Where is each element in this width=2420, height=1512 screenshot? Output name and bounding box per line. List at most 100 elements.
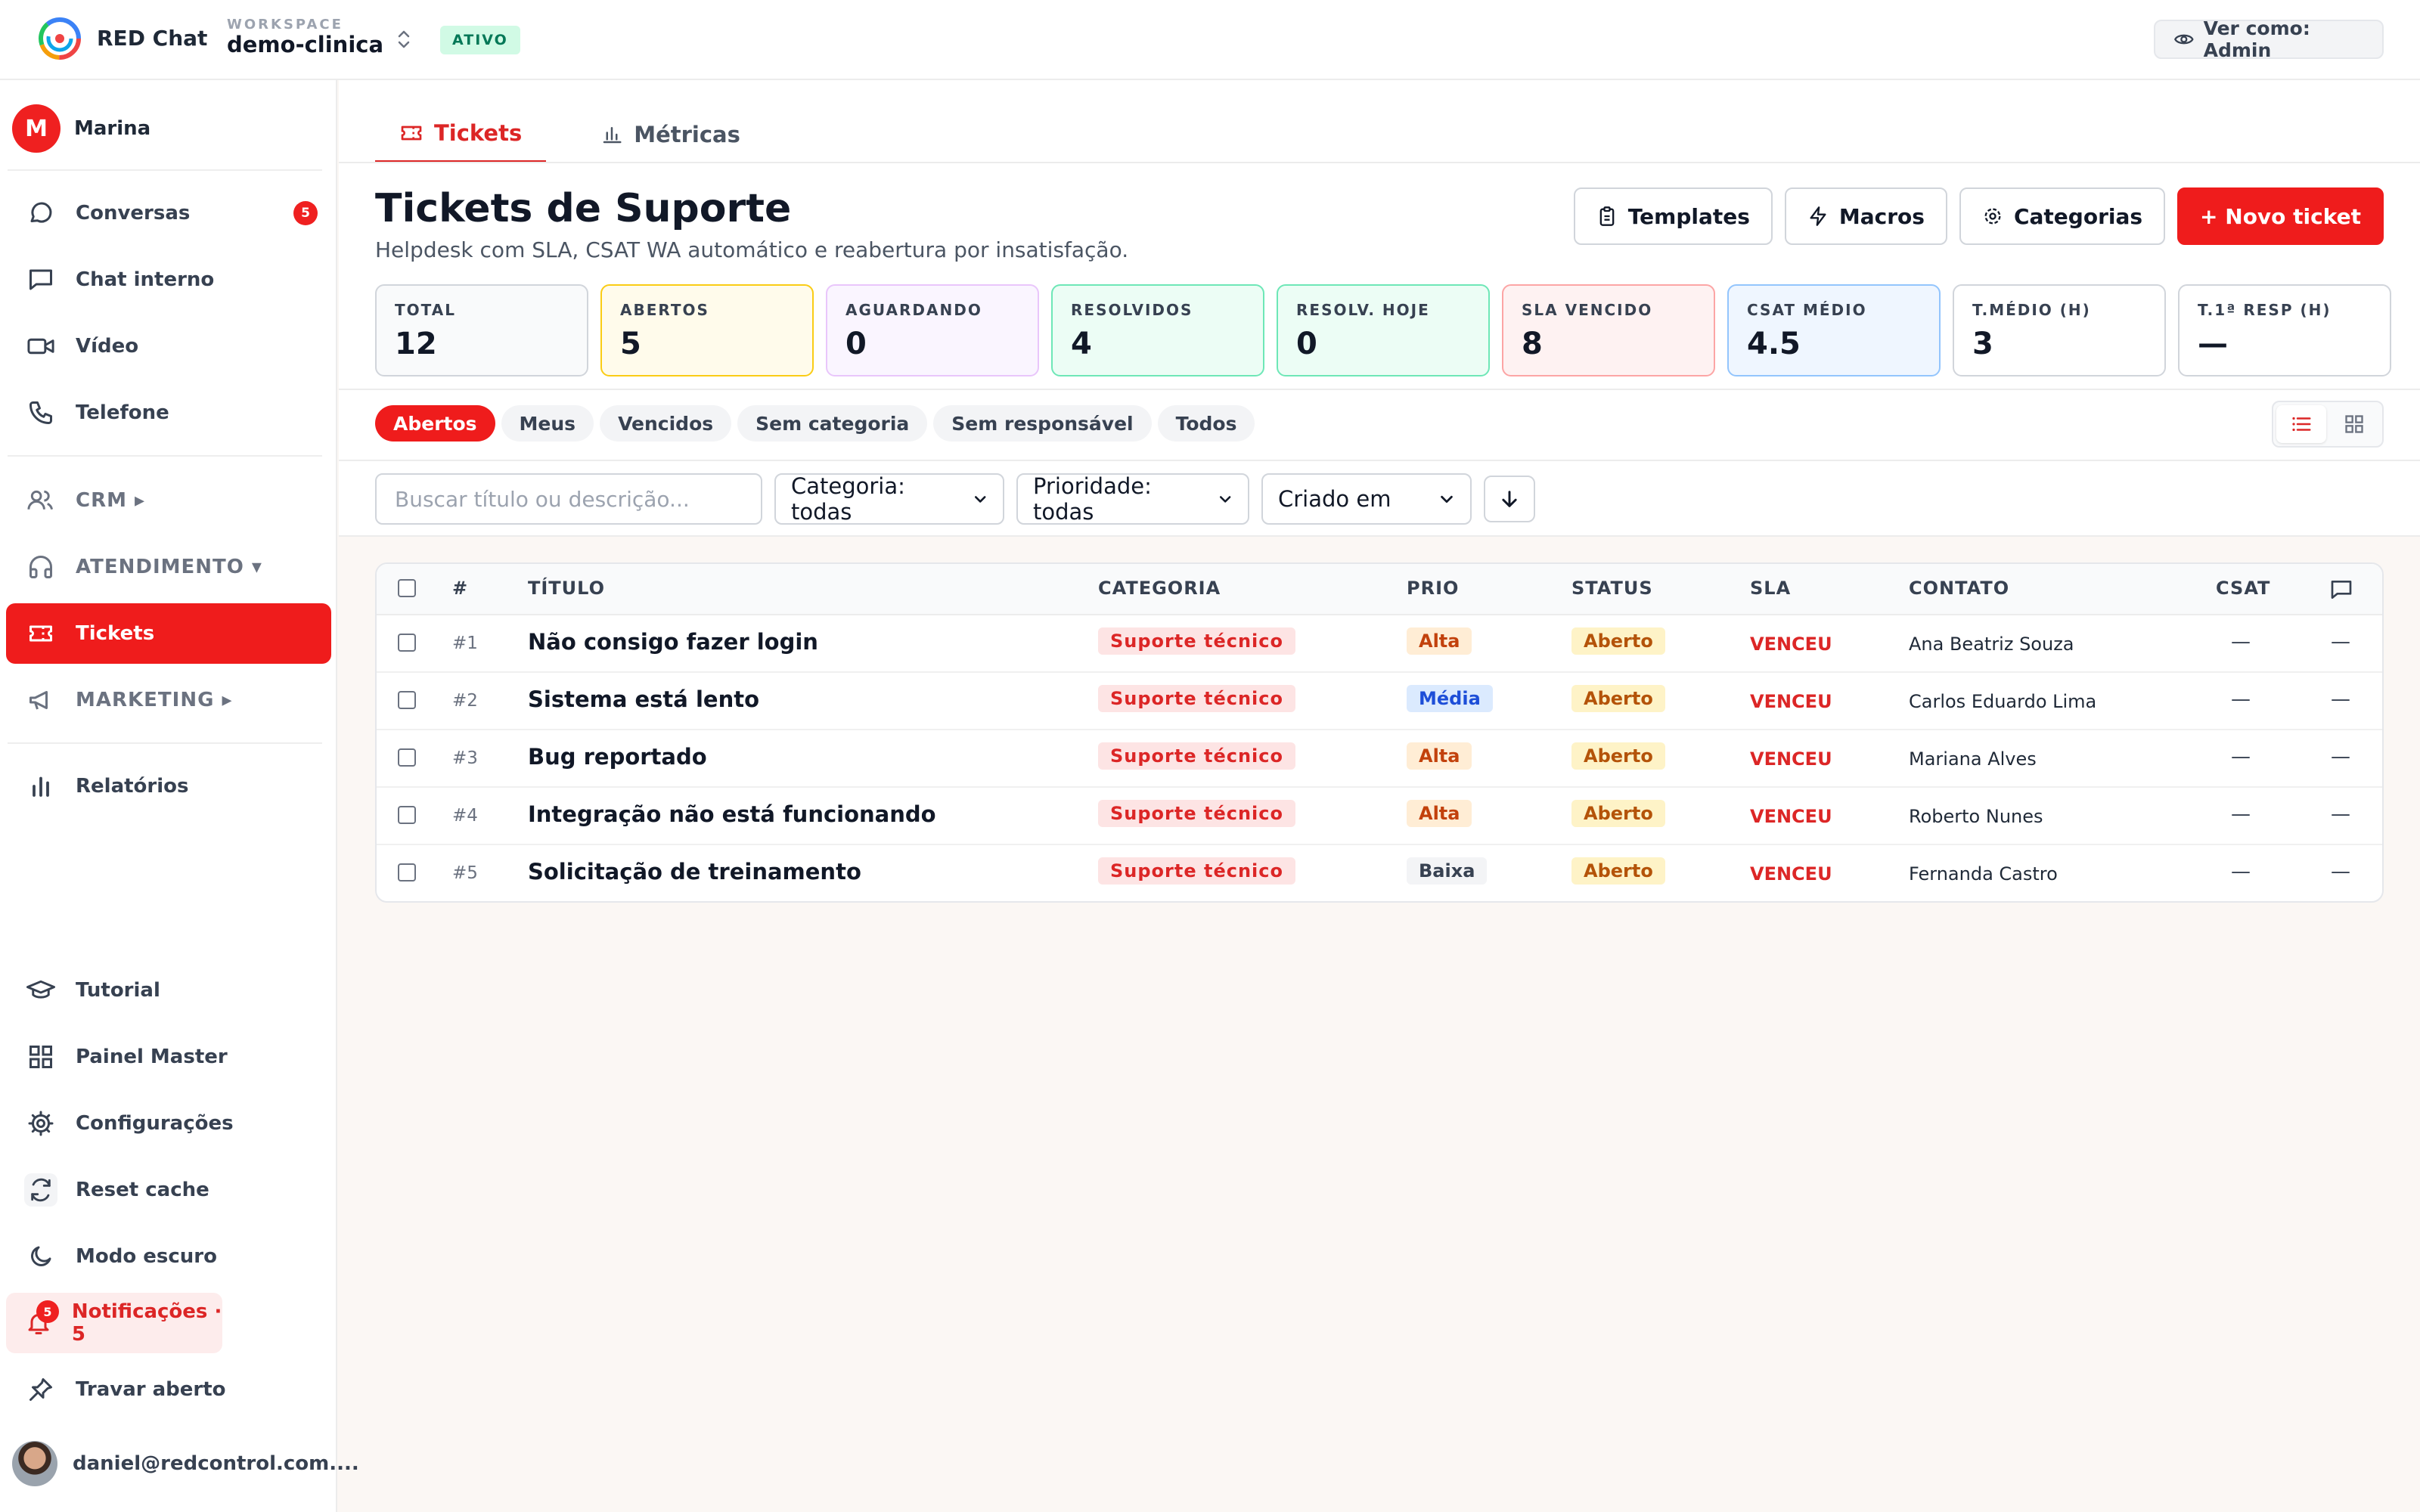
sidebar-item-travar-aberto[interactable]: Travar aberto (6, 1359, 331, 1420)
priority-select[interactable]: Prioridade: todas (1016, 473, 1249, 525)
filter-chip[interactable]: Todos (1157, 405, 1255, 442)
stat-label: CSAT MÉDIO (1747, 301, 1867, 319)
unread-count-badge: 5 (293, 201, 318, 225)
sort-select-value: Criado em (1278, 486, 1392, 512)
sidebar: M Marina Conversas 5 Chat interno Vídeo … (0, 80, 359, 1512)
tab-metricas[interactable]: Métricas (576, 106, 765, 163)
grid-view-button[interactable] (2329, 405, 2379, 443)
ticket-title[interactable]: Sistema está lento (528, 686, 759, 712)
filter-chip[interactable]: Sem responsável (933, 405, 1152, 442)
contact-name[interactable]: Fernanda Castro (1909, 863, 2058, 885)
grid-icon (29, 1046, 52, 1068)
row-checkbox[interactable] (398, 806, 416, 824)
category-badge: Suporte técnico (1098, 857, 1295, 885)
select-all-checkbox[interactable] (398, 579, 416, 597)
sidebar-item-reset-cache[interactable]: Reset cache (6, 1160, 331, 1220)
sidebar-user[interactable]: M Marina (12, 104, 150, 153)
video-camera-icon (27, 338, 54, 355)
macros-button[interactable]: Macros (1784, 187, 1947, 245)
ticket-title[interactable]: Solicitação de treinamento (528, 859, 861, 885)
stat-value: 4.5 (1747, 327, 1801, 361)
column-header-sla[interactable]: SLA (1750, 578, 1791, 599)
gear-icon (1984, 208, 2001, 225)
row-checkbox[interactable] (398, 748, 416, 767)
sidebar-item-notificacoes[interactable]: 5 Notificações · 5 (6, 1293, 222, 1353)
category-select[interactable]: Categoria: todas (774, 473, 1004, 525)
sidebar-section-crm[interactable]: CRM ▸ (6, 470, 331, 531)
sidebar-item-configuracoes[interactable]: Configurações (6, 1093, 331, 1154)
red-chat-logo-icon[interactable] (38, 17, 82, 60)
lightning-icon (1810, 206, 1826, 226)
column-header-priority[interactable]: PRIO (1407, 578, 1459, 599)
tabs-divider (339, 162, 2420, 163)
workspace-name[interactable]: demo-clinica (227, 32, 383, 57)
contact-name[interactable]: Ana Beatriz Souza (1909, 634, 2074, 655)
contact-name[interactable]: Mariana Alves (1909, 748, 2037, 770)
column-header-csat[interactable]: CSAT (2216, 578, 2270, 599)
bar-chart-icon (603, 127, 622, 144)
column-header-title[interactable]: TÍTULO (528, 578, 605, 599)
filter-bar: Categoria: todas Prioridade: todas Criad… (375, 473, 1535, 525)
stat-card: RESOLV. HOJE 0 (1277, 284, 1490, 376)
table-row[interactable]: #2 Sistema está lento Suporte técnico Média… (377, 673, 2382, 730)
view-toggle (2272, 401, 2384, 448)
table-row[interactable]: #4 Integração não está funcionando Suporte… (377, 788, 2382, 845)
new-ticket-button[interactable]: + Novo ticket (2177, 187, 2384, 245)
ticket-number: #1 (452, 634, 478, 653)
sidebar-section-marketing[interactable]: MARKETING ▸ (6, 670, 331, 730)
ticket-title[interactable]: Integração não está funcionando (528, 801, 936, 827)
column-header-status[interactable]: STATUS (1571, 578, 1653, 599)
view-as-button[interactable]: Ver como: Admin (2154, 17, 2384, 61)
sla-status: VENCEU (1750, 806, 1832, 827)
templates-button[interactable]: Templates (1573, 187, 1773, 245)
stat-card: T.MÉDIO (H) 3 (1953, 284, 2166, 376)
sidebar-item-label: Reset cache (76, 1179, 209, 1201)
list-view-button[interactable] (2276, 405, 2326, 443)
sidebar-item-relatorios[interactable]: Relatórios (6, 756, 331, 816)
phone-icon (29, 401, 52, 424)
filter-chip[interactable]: Meus (501, 405, 594, 442)
sla-status: VENCEU (1750, 748, 1832, 770)
stat-label: RESOLV. HOJE (1296, 301, 1430, 319)
row-checkbox[interactable] (398, 634, 416, 652)
row-checkbox[interactable] (398, 863, 416, 881)
sort-direction-button[interactable] (1484, 476, 1535, 522)
priority-badge: Média (1407, 685, 1493, 712)
table-row[interactable]: #1 Não consigo fazer login Suporte técnico… (377, 615, 2382, 673)
table-row[interactable]: #5 Solicitação de treinamento Suporte técn… (377, 845, 2382, 901)
sidebar-section-atendimento[interactable]: ATENDIMENTO ▾ (6, 537, 331, 597)
stat-card: CSAT MÉDIO 4.5 (1727, 284, 1941, 376)
chevron-up-down-icon[interactable] (393, 27, 414, 51)
filter-chip[interactable]: Vencidos (600, 405, 732, 442)
sidebar-item-conversas[interactable]: Conversas 5 (6, 183, 331, 243)
categorias-button[interactable]: Categorias (1959, 187, 2166, 245)
sidebar-item-label: Configurações (76, 1112, 234, 1135)
moon-icon (31, 1246, 51, 1266)
sidebar-item-chat-interno[interactable]: Chat interno (6, 249, 331, 310)
sidebar-item-telefone[interactable]: Telefone (6, 383, 331, 443)
column-header-number[interactable]: # (452, 578, 468, 599)
filter-chip[interactable]: Abertos (375, 405, 495, 442)
csat-value: — (2231, 860, 2251, 883)
tab-label: Tickets (434, 120, 523, 146)
contact-name[interactable]: Roberto Nunes (1909, 806, 2043, 827)
table-row[interactable]: #3 Bug reportado Suporte técnico Alta Aberto… (377, 730, 2382, 788)
row-checkbox[interactable] (398, 691, 416, 709)
ticket-title[interactable]: Bug reportado (528, 744, 707, 770)
ticket-title[interactable]: Não consigo fazer login (528, 629, 818, 655)
sidebar-item-tutorial[interactable]: Tutorial (6, 960, 331, 1021)
column-header-category[interactable]: CATEGORIA (1098, 578, 1221, 599)
account-menu[interactable]: daniel@redcontrol.com.... (12, 1441, 359, 1486)
search-input[interactable] (375, 473, 762, 525)
sort-select[interactable]: Criado em (1261, 473, 1472, 525)
sidebar-item-video[interactable]: Vídeo (6, 316, 331, 376)
tab-bar: Tickets Métricas (375, 106, 765, 163)
sidebar-item-modo-escuro[interactable]: Modo escuro (6, 1226, 331, 1287)
column-header-contact[interactable]: CONTATO (1909, 578, 2009, 599)
sidebar-item-painel-master[interactable]: Painel Master (6, 1027, 331, 1087)
sidebar-item-tickets[interactable]: Tickets (6, 603, 331, 664)
priority-badge: Baixa (1407, 857, 1488, 885)
filter-chip[interactable]: Sem categoria (737, 405, 928, 442)
contact-name[interactable]: Carlos Eduardo Lima (1909, 691, 2096, 712)
tab-tickets[interactable]: Tickets (375, 106, 547, 163)
